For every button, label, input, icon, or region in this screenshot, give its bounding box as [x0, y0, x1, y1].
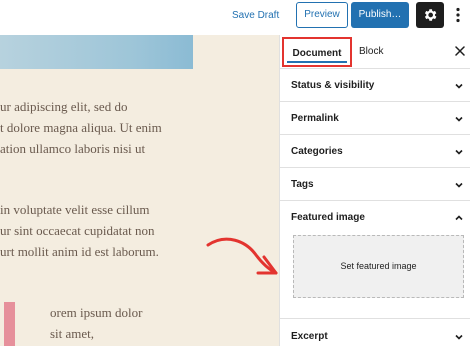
publish-button[interactable]: Publish…: [351, 2, 409, 28]
sidebar-tabs: Document Block: [280, 35, 470, 69]
panel-tags[interactable]: Tags: [280, 168, 470, 201]
chevron-down-icon: [455, 149, 463, 155]
tab-document[interactable]: Document: [282, 37, 352, 67]
chevron-down-icon: [455, 182, 463, 188]
more-options-button[interactable]: [451, 2, 465, 28]
close-sidebar-button[interactable]: [453, 44, 467, 58]
panel-status-visibility[interactable]: Status & visibility: [280, 69, 470, 102]
chevron-up-icon[interactable]: [454, 213, 464, 223]
paragraph-line: ation ullamco laboris nisi ut: [0, 141, 146, 156]
panel-excerpt[interactable]: Excerpt: [280, 320, 470, 346]
close-icon: [455, 46, 465, 56]
paragraph-block[interactable]: in voluptate velit esse cillum ur sint o…: [0, 199, 159, 262]
cover-image-block[interactable]: [0, 35, 193, 69]
panel-title: Permalink: [291, 113, 339, 124]
paragraph-line: urt mollit anim id est laborum.: [0, 244, 159, 259]
paragraph-block[interactable]: orem ipsum dolor sit amet,: [50, 302, 142, 344]
save-draft-button[interactable]: Save Draft: [232, 6, 279, 26]
vertical-ellipsis-icon: [456, 7, 460, 23]
annotation-arrow: [206, 237, 278, 275]
panel-title: Excerpt: [291, 331, 328, 342]
gear-icon: [424, 9, 437, 21]
paragraph-block[interactable]: ur adipiscing elit, sed do t dolore magn…: [0, 96, 162, 159]
pink-image-block[interactable]: [4, 302, 15, 346]
panel-title: Tags: [291, 179, 314, 190]
chevron-down-icon: [455, 116, 463, 122]
paragraph-line: ur adipiscing elit, sed do: [0, 99, 128, 114]
panel-title: Status & visibility: [291, 80, 375, 91]
paragraph-line: t dolore magna aliqua. Ut enim: [0, 120, 162, 135]
paragraph-line: sit amet,: [50, 326, 95, 341]
editor-canvas[interactable]: ur adipiscing elit, sed do t dolore magn…: [0, 35, 279, 346]
panel-permalink[interactable]: Permalink: [280, 102, 470, 135]
chevron-down-icon: [455, 83, 463, 89]
preview-button[interactable]: Preview: [296, 2, 348, 28]
paragraph-line: ur sint occaecat cupidatat non: [0, 223, 155, 238]
editor-toolbar: Save Draft Preview Publish…: [0, 0, 470, 35]
set-featured-image-button[interactable]: Set featured image: [293, 235, 464, 298]
panel-title: Categories: [291, 146, 343, 157]
settings-sidebar: Document Block Status & visibility Perma…: [279, 35, 470, 346]
paragraph-line: orem ipsum dolor: [50, 305, 143, 320]
tab-block[interactable]: Block: [359, 37, 383, 67]
panel-categories[interactable]: Categories: [280, 135, 470, 168]
chevron-down-icon: [455, 334, 463, 340]
paragraph-line: in voluptate velit esse cillum: [0, 202, 150, 217]
panel-title[interactable]: Featured image: [291, 201, 365, 234]
settings-button[interactable]: [416, 2, 444, 28]
